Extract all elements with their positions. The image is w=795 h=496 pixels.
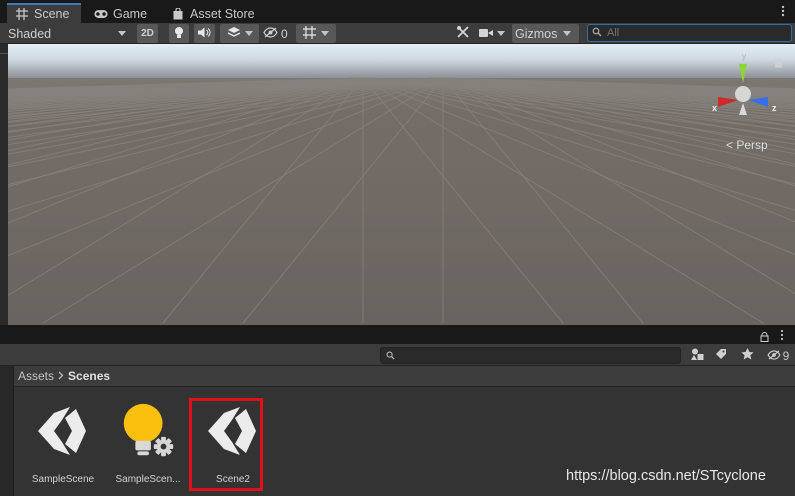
gizmo-lock-icon[interactable] — [774, 57, 783, 71]
tab-asset-store-label: Asset Store — [190, 6, 255, 21]
panel-menu-icon[interactable] — [780, 329, 784, 344]
gizmo-z-label: z — [772, 103, 777, 113]
watermark-text: https://blog.csdn.net/STcyclone — [566, 468, 766, 484]
hidden-packages-count: 9 — [782, 348, 790, 363]
project-folder-tree[interactable] — [0, 366, 14, 496]
chevron-down-icon — [118, 31, 126, 36]
effects-dropdown[interactable] — [220, 24, 259, 43]
perspective-chevron-icon: < — [726, 138, 734, 152]
scene-toolbar: Shaded 2D 0 Gizmos All — [0, 23, 795, 44]
asset-label: SampleScen... — [115, 474, 181, 485]
breadcrumb: Assets Scenes — [14, 366, 795, 387]
asset-item-samplescene[interactable]: SampleScene — [21, 399, 105, 489]
effects-layers-icon — [227, 26, 241, 41]
favorites-button[interactable] — [737, 347, 757, 364]
eye-slash-icon — [767, 349, 781, 363]
projection-toggle[interactable]: < Persp — [726, 138, 768, 152]
project-search-field[interactable] — [380, 347, 681, 364]
chevron-down-icon — [497, 31, 505, 36]
gizmos-label: Gizmos — [515, 26, 558, 41]
chevron-down-icon — [563, 31, 572, 36]
scene-search-field[interactable] — [587, 24, 792, 42]
window-tab-bar: Scene Game Asset Store — [0, 0, 795, 23]
lock-icon[interactable] — [760, 331, 769, 345]
video-camera-icon — [479, 27, 493, 41]
search-by-type-button[interactable] — [687, 347, 707, 364]
tab-game[interactable]: Game — [86, 4, 155, 23]
tag-icon — [715, 348, 727, 363]
eye-slash-icon — [263, 26, 278, 41]
grid-snap-dropdown[interactable] — [296, 24, 336, 43]
tab-scene[interactable]: Scene — [7, 3, 81, 23]
gizmo-x-label: x — [712, 103, 717, 113]
lighting-settings-icon — [116, 399, 180, 463]
gizmo-neg-y-cone[interactable] — [739, 103, 747, 115]
search-icon — [592, 26, 602, 40]
chevron-down-icon — [321, 31, 329, 36]
asset-label: SampleScene — [31, 474, 95, 485]
tab-scene-label: Scene — [34, 7, 70, 21]
audio-toggle-button[interactable] — [194, 24, 215, 43]
gizmo-z-axis-cone[interactable] — [748, 97, 768, 107]
search-by-label-button[interactable] — [711, 347, 731, 364]
chevron-right-icon — [58, 369, 64, 383]
scene-grid-canvas — [8, 44, 795, 325]
search-icon — [386, 349, 395, 363]
gizmo-center-cube[interactable] — [735, 86, 751, 102]
gizmos-dropdown[interactable]: Gizmos — [512, 24, 579, 43]
asset-item-lighting-settings[interactable]: SampleScen... — [106, 399, 190, 489]
project-toolbar: 9 — [0, 344, 795, 366]
breadcrumb-assets[interactable]: Assets — [18, 369, 54, 383]
hidden-objects-toggle[interactable]: 0 — [263, 24, 293, 43]
gizmo-x-axis-cone[interactable] — [718, 97, 738, 107]
selection-highlight-box — [189, 398, 263, 491]
chevron-down-icon — [244, 31, 253, 36]
shapes-filter-icon — [690, 348, 704, 363]
hidden-packages-toggle[interactable]: 9 — [764, 347, 792, 364]
scene-search-input[interactable] — [607, 27, 777, 39]
draw-mode-value: Shaded — [8, 26, 52, 41]
tab-asset-store[interactable]: Asset Store — [163, 4, 263, 23]
gizmo-y-axis-cone[interactable] — [739, 64, 747, 83]
lighting-toggle-button[interactable] — [169, 24, 189, 43]
wrench-cross-icon — [456, 25, 470, 42]
project-window-header — [0, 328, 795, 344]
projection-label: Persp — [736, 138, 768, 152]
draw-mode-dropdown[interactable]: Shaded — [8, 24, 130, 43]
toggle-2d-label: 2D — [141, 28, 154, 39]
unity-scene-icon — [31, 399, 95, 463]
star-icon — [741, 348, 754, 363]
hidden-objects-count: 0 — [281, 26, 288, 41]
camera-settings-dropdown[interactable] — [479, 24, 511, 43]
tools-settings-button[interactable] — [453, 24, 473, 43]
lightbulb-icon — [174, 26, 184, 42]
grid-icon — [15, 8, 29, 20]
grid-snap-icon — [303, 25, 316, 42]
gamepad-icon — [94, 8, 108, 20]
breadcrumb-scenes[interactable]: Scenes — [68, 369, 110, 383]
toggle-2d-button[interactable]: 2D — [137, 24, 158, 43]
shopping-bag-icon — [171, 7, 185, 20]
gizmo-y-label: y — [742, 52, 746, 61]
viewport-left-gutter — [0, 44, 8, 325]
speaker-icon — [198, 27, 211, 41]
window-menu-icon[interactable] — [781, 5, 785, 17]
scene-viewport[interactable]: y x z < Persp — [8, 44, 795, 325]
tab-game-label: Game — [113, 6, 148, 21]
